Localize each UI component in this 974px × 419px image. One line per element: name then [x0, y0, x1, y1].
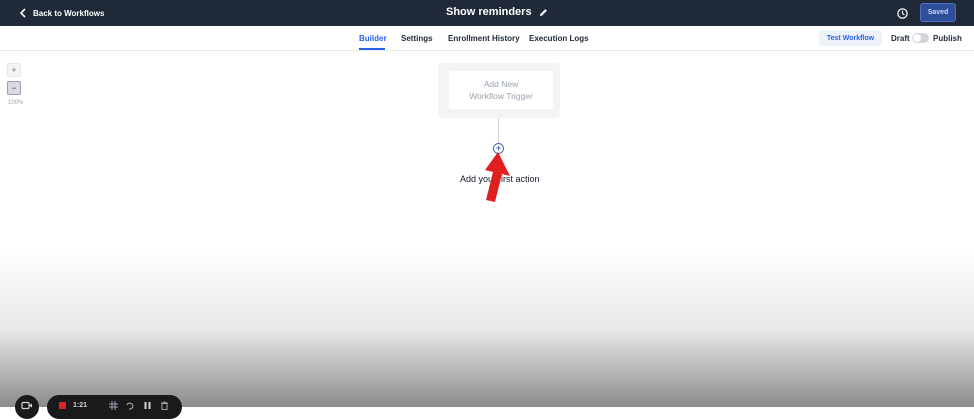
pencil-icon[interactable]: [539, 8, 548, 17]
workflow-title-text: Show reminders: [446, 6, 532, 18]
workflow-title[interactable]: Show reminders: [446, 6, 548, 18]
recording-toolbar: 1:21: [47, 395, 182, 419]
annotation-arrow-icon: [485, 152, 510, 202]
tab-bar: Builder Settings Enrollment History Exec…: [0, 26, 974, 51]
pause-icon[interactable]: [143, 401, 152, 410]
trigger-card[interactable]: Add New Workflow Trigger: [438, 63, 560, 118]
back-to-workflows-link[interactable]: Back to Workflows: [19, 6, 104, 20]
draft-label: Draft: [891, 34, 910, 43]
trigger-line-1: Add New: [483, 79, 519, 89]
history-icon[interactable]: [896, 7, 909, 20]
connector-line: [498, 118, 499, 143]
trigger-line-2: Workflow Trigger: [469, 91, 533, 101]
saved-button[interactable]: Saved: [920, 3, 956, 22]
back-label: Back to Workflows: [33, 8, 105, 18]
add-trigger-button[interactable]: Add New Workflow Trigger: [449, 71, 553, 109]
bottom-fade: [0, 250, 974, 407]
publish-label: Publish: [933, 34, 962, 43]
camera-button[interactable]: [15, 395, 39, 419]
zoom-level: 100%: [8, 100, 24, 106]
tab-enrollment-history[interactable]: Enrollment History: [448, 34, 520, 43]
tab-builder[interactable]: Builder: [359, 34, 387, 43]
zoom-in-button[interactable]: +: [7, 63, 21, 77]
recording-time: 1:21: [73, 402, 88, 409]
top-bar: Back to Workflows Show reminders Saved: [0, 0, 974, 26]
active-tab-indicator: [359, 48, 385, 50]
chevron-left-icon: [19, 8, 26, 18]
record-icon[interactable]: [59, 402, 66, 409]
tab-execution-logs[interactable]: Execution Logs: [529, 34, 589, 43]
test-workflow-button[interactable]: Test Workflow: [819, 30, 882, 46]
tab-settings[interactable]: Settings: [401, 34, 433, 43]
undo-icon[interactable]: [125, 401, 134, 410]
grid-icon[interactable]: [109, 401, 118, 410]
camera-icon: [21, 401, 32, 410]
publish-toggle[interactable]: [912, 33, 929, 43]
trash-icon[interactable]: [160, 401, 169, 410]
toggle-knob: [913, 34, 921, 42]
zoom-out-button[interactable]: −: [7, 81, 21, 95]
